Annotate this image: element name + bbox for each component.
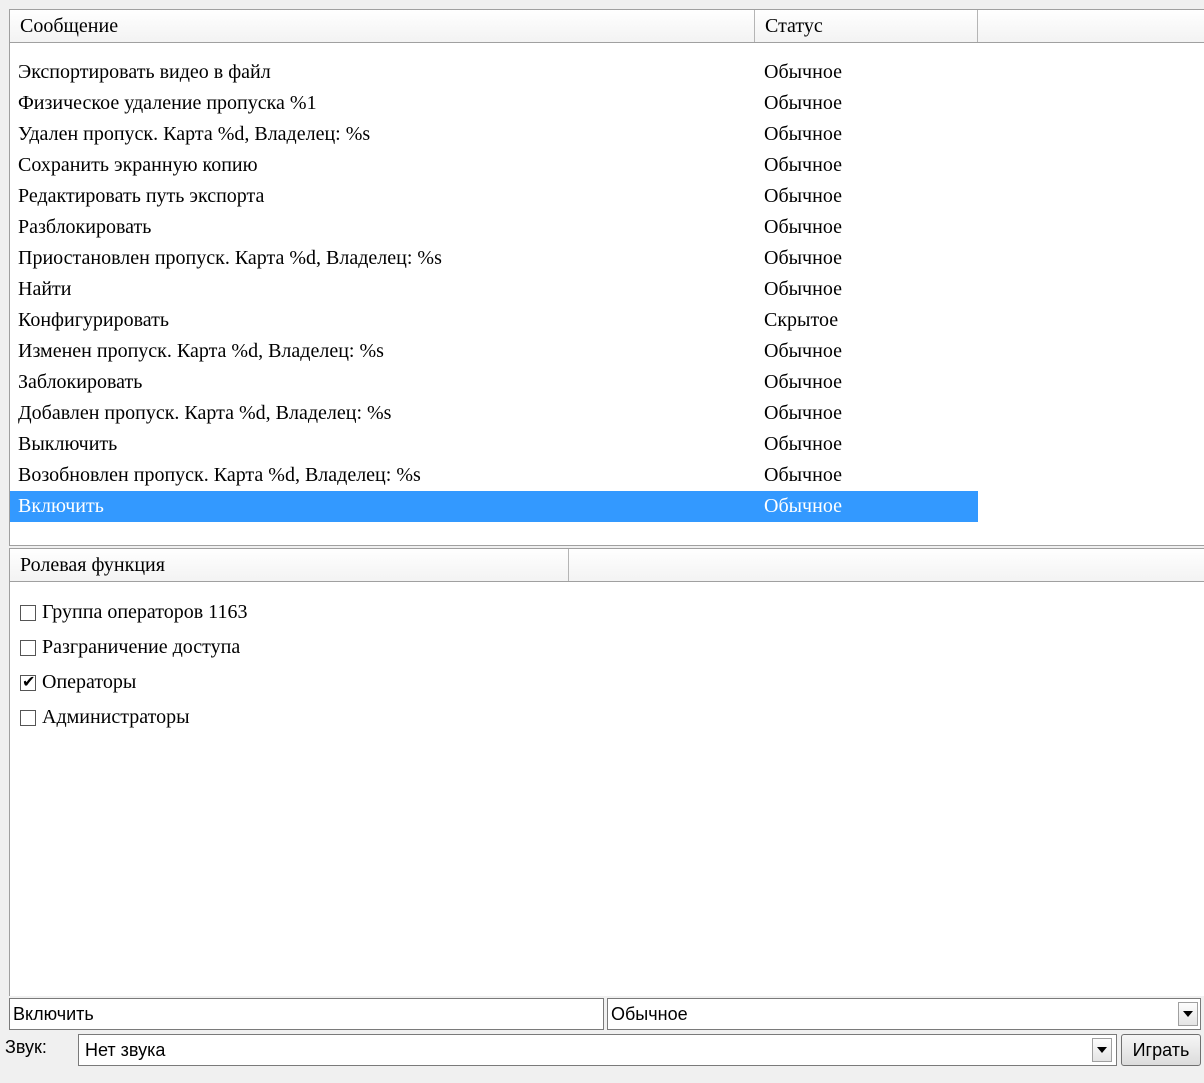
table-row[interactable]: Выключить Обычное [10, 429, 978, 460]
messages-table-header: Сообщение Статус [10, 10, 1204, 43]
table-row[interactable]: Найти Обычное [10, 274, 978, 305]
sound-select-value: Нет звука [85, 1040, 166, 1060]
table-row[interactable]: Возобновлен пропуск. Карта %d, Владелец:… [10, 460, 978, 491]
column-header-role[interactable]: Ролевая функция [10, 549, 569, 581]
status-cell: Обычное [764, 61, 842, 83]
message-cell: Удален пропуск. Карта %d, Владелец: %s [18, 123, 371, 145]
message-text-field[interactable]: Включить [9, 998, 604, 1030]
message-cell: Физическое удаление пропуска %1 [18, 92, 317, 114]
column-header-message[interactable]: Сообщение [10, 10, 755, 42]
status-cell: Обычное [764, 278, 842, 300]
status-cell: Обычное [764, 464, 842, 486]
role-item-label: Операторы [42, 671, 137, 693]
status-cell: Обычное [764, 402, 842, 424]
column-header-empty [978, 10, 1204, 42]
messages-list: Экспортировать видео в файл Обычное Физиче… [10, 57, 978, 522]
message-cell: Изменен пропуск. Карта %d, Владелец: %s [18, 340, 384, 362]
table-row[interactable]: Добавлен пропуск. Карта %d, Владелец: %s… [10, 398, 978, 429]
message-cell: Сохранить экранную копию [18, 154, 258, 176]
sound-select[interactable]: Нет звука [78, 1034, 1117, 1066]
roles-list-header: Ролевая функция [10, 549, 1204, 582]
role-item-label: Группа операторов 1163 [42, 601, 248, 623]
table-row[interactable]: Экспортировать видео в файл Обычное [10, 57, 978, 88]
message-cell: Включить [18, 495, 104, 517]
message-cell: Экспортировать видео в файл [18, 61, 271, 83]
role-item[interactable]: Операторы [20, 665, 247, 700]
message-cell: Заблокировать [18, 371, 143, 393]
status-select[interactable]: Обычное [607, 998, 1201, 1030]
table-row[interactable]: Редактировать путь экспорта Обычное [10, 181, 978, 212]
sound-label: Звук: [5, 1037, 47, 1057]
roles-checklist: Группа операторов 1163 Разграничение дост… [20, 595, 247, 735]
status-cell: Обычное [764, 340, 842, 362]
message-cell: Редактировать путь экспорта [18, 185, 265, 207]
status-cell: Обычное [764, 433, 842, 455]
table-row[interactable]: Удален пропуск. Карта %d, Владелец: %s Об… [10, 119, 978, 150]
status-cell: Обычное [764, 495, 842, 517]
table-row[interactable]: Включить Обычное [10, 491, 978, 522]
status-cell: Обычное [764, 123, 842, 145]
chevron-down-icon[interactable] [1178, 1002, 1198, 1026]
role-item[interactable]: Группа операторов 1163 [20, 595, 247, 630]
status-select-value: Обычное [611, 1004, 688, 1024]
play-button[interactable]: Играть [1121, 1034, 1201, 1066]
checkbox-checked-icon[interactable] [20, 672, 36, 691]
roles-list: Ролевая функция Группа операторов 1163 Ра… [9, 548, 1204, 996]
table-row[interactable]: Заблокировать Обычное [10, 367, 978, 398]
message-cell: Приостановлен пропуск. Карта %d, Владеле… [18, 247, 442, 269]
table-row[interactable]: Приостановлен пропуск. Карта %d, Владеле… [10, 243, 978, 274]
table-row[interactable]: Разблокировать Обычное [10, 212, 978, 243]
column-header-status[interactable]: Статус [755, 10, 978, 42]
checkbox-icon[interactable] [20, 604, 36, 621]
column-header-empty [569, 549, 1204, 581]
role-item[interactable]: Администраторы [20, 700, 247, 735]
status-cell: Обычное [764, 185, 842, 207]
status-cell: Обычное [764, 247, 842, 269]
message-cell: Конфигурировать [18, 309, 170, 331]
chevron-down-icon[interactable] [1092, 1038, 1112, 1062]
message-cell: Возобновлен пропуск. Карта %d, Владелец:… [18, 464, 421, 486]
role-item-label: Администраторы [42, 706, 190, 728]
table-row[interactable]: Изменен пропуск. Карта %d, Владелец: %s О… [10, 336, 978, 367]
messages-table: Сообщение Статус Экспортировать видео в … [9, 9, 1204, 546]
table-row[interactable]: Конфигурировать Скрытое [10, 305, 978, 336]
message-cell: Выключить [18, 433, 118, 455]
role-item[interactable]: Разграничение доступа [20, 630, 247, 665]
status-cell: Скрытое [764, 309, 839, 331]
table-row[interactable]: Сохранить экранную копию Обычное [10, 150, 978, 181]
status-cell: Обычное [764, 216, 842, 238]
message-cell: Найти [18, 278, 72, 300]
checkbox-icon[interactable] [20, 639, 36, 656]
message-cell: Добавлен пропуск. Карта %d, Владелец: %s [18, 402, 392, 424]
status-cell: Обычное [764, 154, 842, 176]
status-cell: Обычное [764, 371, 842, 393]
checkbox-icon[interactable] [20, 709, 36, 726]
status-cell: Обычное [764, 92, 842, 114]
message-cell: Разблокировать [18, 216, 152, 238]
role-item-label: Разграничение доступа [42, 636, 241, 658]
table-row[interactable]: Физическое удаление пропуска %1 Обычное [10, 88, 978, 119]
